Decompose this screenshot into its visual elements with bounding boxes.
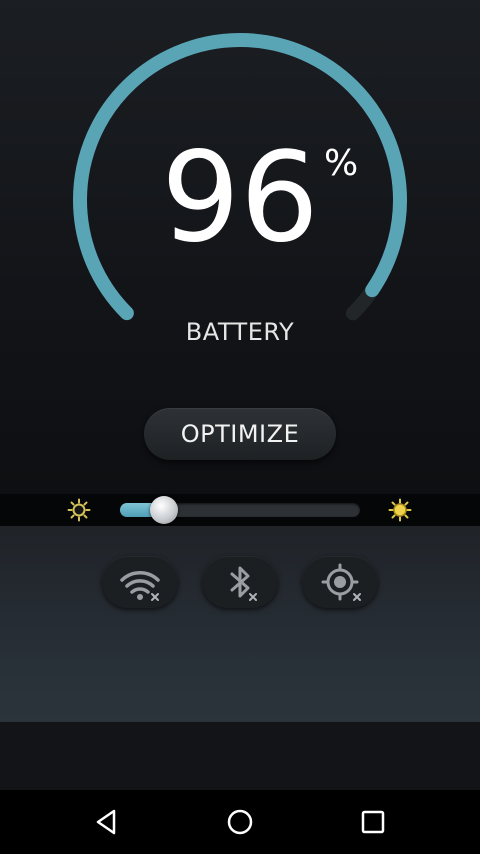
quick-toggles [0, 526, 480, 722]
navigation-bar [0, 790, 480, 854]
battery-label: BATTERY [185, 318, 295, 346]
percent-sign: % [324, 143, 359, 184]
gps-toggle[interactable] [302, 556, 378, 608]
brightness-control [0, 494, 480, 526]
home-icon[interactable] [220, 802, 260, 842]
back-icon[interactable] [86, 802, 126, 842]
wifi-icon [120, 571, 160, 601]
sun-bright-icon [388, 498, 412, 522]
brightness-slider-thumb[interactable] [149, 496, 178, 524]
empty-area [0, 722, 480, 790]
gps-icon [321, 563, 361, 601]
recents-icon[interactable] [353, 802, 393, 842]
bluetooth-icon [230, 566, 257, 601]
battery-percent-value: 96 [161, 126, 319, 270]
brightness-slider[interactable] [120, 496, 360, 524]
sun-dim-icon [67, 498, 91, 522]
bluetooth-toggle[interactable] [202, 556, 278, 608]
optimize-button[interactable]: OPTIMIZE [144, 408, 336, 460]
wifi-toggle[interactable] [102, 556, 178, 608]
